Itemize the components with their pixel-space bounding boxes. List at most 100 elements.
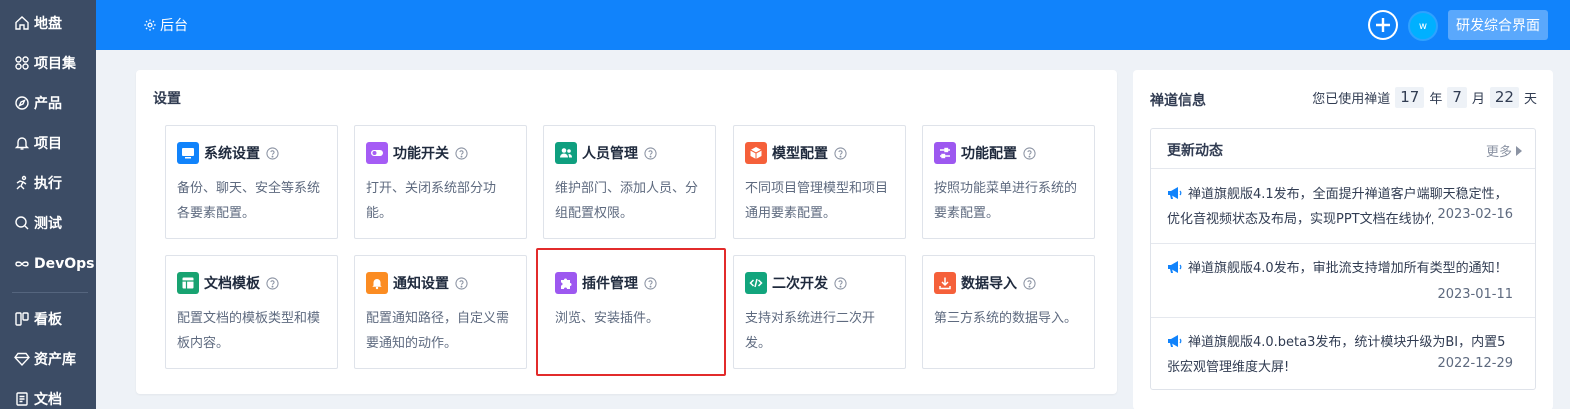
sidebar-item-execution[interactable]: 执行 <box>0 165 96 201</box>
help-icon[interactable] <box>644 146 657 160</box>
card-title: 插件管理 <box>582 276 638 292</box>
usage-years: 17 <box>1395 87 1425 108</box>
app-switch-button[interactable]: 研发综合界面 <box>1448 10 1548 40</box>
sidebar-divider <box>12 292 88 293</box>
news-item[interactable]: 禅道旗舰版4.1发布，全面提升禅道客户端聊天稳定性，优化音视频状态及布局，实现P… <box>1151 170 1535 244</box>
card-description: 配置文档的模板类型和模板内容。 <box>177 311 321 351</box>
help-icon[interactable] <box>1023 276 1036 290</box>
news-item[interactable]: 禅道旗舰版4.0发布，审批流支持增加所有类型的通知！ 2023-01-11 <box>1151 244 1535 318</box>
sidebar-item-kanban[interactable]: 看板 <box>0 301 96 337</box>
year-unit: 年 <box>1429 92 1443 107</box>
plus-icon <box>1370 12 1396 38</box>
info-title: 禅道信息 <box>1150 93 1206 109</box>
card-description: 维护部门、添加人员、分组配置权限。 <box>555 181 699 221</box>
settings-card-doc-template[interactable]: 文档模板 配置文档的模板类型和模板内容。 <box>165 255 338 369</box>
create-button[interactable] <box>1368 10 1398 40</box>
settings-card-data-import[interactable]: 数据导入 第三方系统的数据导入。 <box>922 255 1095 369</box>
card-description: 打开、关闭系统部分功能。 <box>366 181 497 221</box>
admin-label: 后台 <box>160 18 188 34</box>
news-date: 2023-02-16 <box>1431 207 1513 222</box>
settings-card-system[interactable]: 系统设置 备份、聊天、安全等系统各要素配置。 <box>165 125 338 239</box>
puzzle-icon <box>555 272 577 294</box>
zentao-info-panel: 禅道信息 您已使用禅道 17 年 7 月 22 天 更新动态 更多 禅道旗舰版4… <box>1133 70 1553 409</box>
sidebar-item-assets[interactable]: 资产库 <box>0 341 96 377</box>
card-description: 浏览、安装插件。 <box>555 311 660 326</box>
card-title: 模型配置 <box>772 146 828 162</box>
settings-card-secondary-dev[interactable]: 二次开发 支持对系统进行二次开发。 <box>733 255 906 369</box>
more-link[interactable]: 更多 <box>1486 141 1523 160</box>
monitor-icon <box>177 142 199 164</box>
toggle-icon <box>366 142 388 164</box>
sidebar-item-devops[interactable]: DevOps <box>0 246 96 282</box>
news-text[interactable]: 禅道旗舰版4.0.beta3发布，统计模块升级为BI，内置5张宏观管理维度大屏! <box>1167 330 1512 380</box>
card-title: 通知设置 <box>393 276 449 292</box>
help-icon[interactable] <box>834 146 847 160</box>
card-title: 系统设置 <box>204 146 260 162</box>
card-description: 备份、聊天、安全等系统各要素配置。 <box>177 181 321 221</box>
card-description: 不同项目管理模型和项目通用要素配置。 <box>745 181 889 221</box>
sidebar-item-label: 执行 <box>34 176 62 192</box>
megaphone-icon <box>1168 261 1182 273</box>
admin-back-link[interactable]: 后台 <box>143 14 188 36</box>
bell-icon <box>366 272 388 294</box>
sidebar-item-label: 文档 <box>34 392 62 408</box>
help-icon[interactable] <box>455 146 468 160</box>
template-icon <box>177 272 199 294</box>
settings-card-plugin-management[interactable]: 插件管理 浏览、安装插件。 <box>536 248 726 376</box>
usage-prefix: 您已使用禅道 <box>1312 92 1391 107</box>
settings-card-model-config[interactable]: 模型配置 不同项目管理模型和项目通用要素配置。 <box>733 125 906 239</box>
help-icon[interactable] <box>455 276 468 290</box>
settings-card-user-management[interactable]: 人员管理 维护部门、添加人员、分组配置权限。 <box>543 125 716 239</box>
sidebar-item-label: 资产库 <box>34 352 76 368</box>
grid-icon <box>15 56 29 70</box>
news-text[interactable]: 禅道旗舰版4.0发布，审批流支持增加所有类型的通知！ <box>1167 256 1512 281</box>
sidebar-item-label: 测试 <box>34 216 62 232</box>
sidebar-item-dashboard[interactable]: 地盘 <box>0 5 96 41</box>
card-description: 按照功能菜单进行系统的要素配置。 <box>934 181 1078 221</box>
help-icon[interactable] <box>266 276 279 290</box>
sidebar-item-program[interactable]: 项目集 <box>0 45 96 81</box>
settings-card-feature-switch[interactable]: 功能开关 打开、关闭系统部分功能。 <box>354 125 527 239</box>
home-icon <box>15 16 29 30</box>
infinity-icon <box>15 261 29 267</box>
sidebar-item-project[interactable]: 项目 <box>0 125 96 161</box>
user-avatar[interactable]: w <box>1408 11 1438 41</box>
news-header: 更新动态 更多 <box>1151 129 1535 169</box>
news-item[interactable]: 禅道旗舰版4.0.beta3发布，统计模块升级为BI，内置5张宏观管理维度大屏!… <box>1151 318 1535 390</box>
sidebar-item-doc[interactable]: 文档 <box>0 381 96 409</box>
help-icon[interactable] <box>1023 146 1036 160</box>
kanban-icon <box>15 312 29 326</box>
settings-title: 设置 <box>153 91 181 107</box>
sidebar-item-label: 项目 <box>34 136 62 152</box>
card-title: 数据导入 <box>961 276 1017 292</box>
news-text-content: 禅道旗舰版4.0发布，审批流支持增加所有类型的通知！ <box>1188 261 1508 276</box>
card-title: 功能开关 <box>393 146 449 162</box>
megaphone-icon <box>1168 187 1182 199</box>
sidebar-item-label: DevOps <box>34 256 95 272</box>
help-icon[interactable] <box>834 276 847 290</box>
top-header: 后台 w 研发综合界面 <box>96 0 1570 50</box>
news-title: 更新动态 <box>1167 143 1223 159</box>
news-date: 2023-01-11 <box>1437 287 1513 302</box>
help-icon[interactable] <box>644 276 657 290</box>
usage-days: 22 <box>1489 87 1519 108</box>
settings-card-notification[interactable]: 通知设置 配置通知路径，自定义需要通知的动作。 <box>354 255 527 369</box>
usage-duration: 您已使用禅道 17 年 7 月 22 天 <box>1312 87 1537 108</box>
sidebar-item-product[interactable]: 产品 <box>0 85 96 121</box>
card-description: 配置通知路径，自定义需要通知的动作。 <box>366 311 510 351</box>
code-icon <box>745 272 767 294</box>
month-unit: 月 <box>1471 92 1485 107</box>
news-date: 2022-12-29 <box>1431 356 1513 371</box>
sliders-icon <box>934 142 956 164</box>
card-description: 第三方系统的数据导入。 <box>934 311 1078 326</box>
diamond-icon <box>14 352 30 367</box>
run-icon <box>16 175 27 190</box>
sidebar-item-label: 看板 <box>34 312 62 328</box>
card-description: 支持对系统进行二次开发。 <box>745 311 876 351</box>
sidebar-item-test[interactable]: 测试 <box>0 205 96 241</box>
cube-icon <box>745 142 767 164</box>
settings-card-feature-config[interactable]: 功能配置 按照功能菜单进行系统的要素配置。 <box>922 125 1095 239</box>
help-icon[interactable] <box>266 146 279 160</box>
users-icon <box>555 142 577 164</box>
bell-icon <box>14 137 30 150</box>
